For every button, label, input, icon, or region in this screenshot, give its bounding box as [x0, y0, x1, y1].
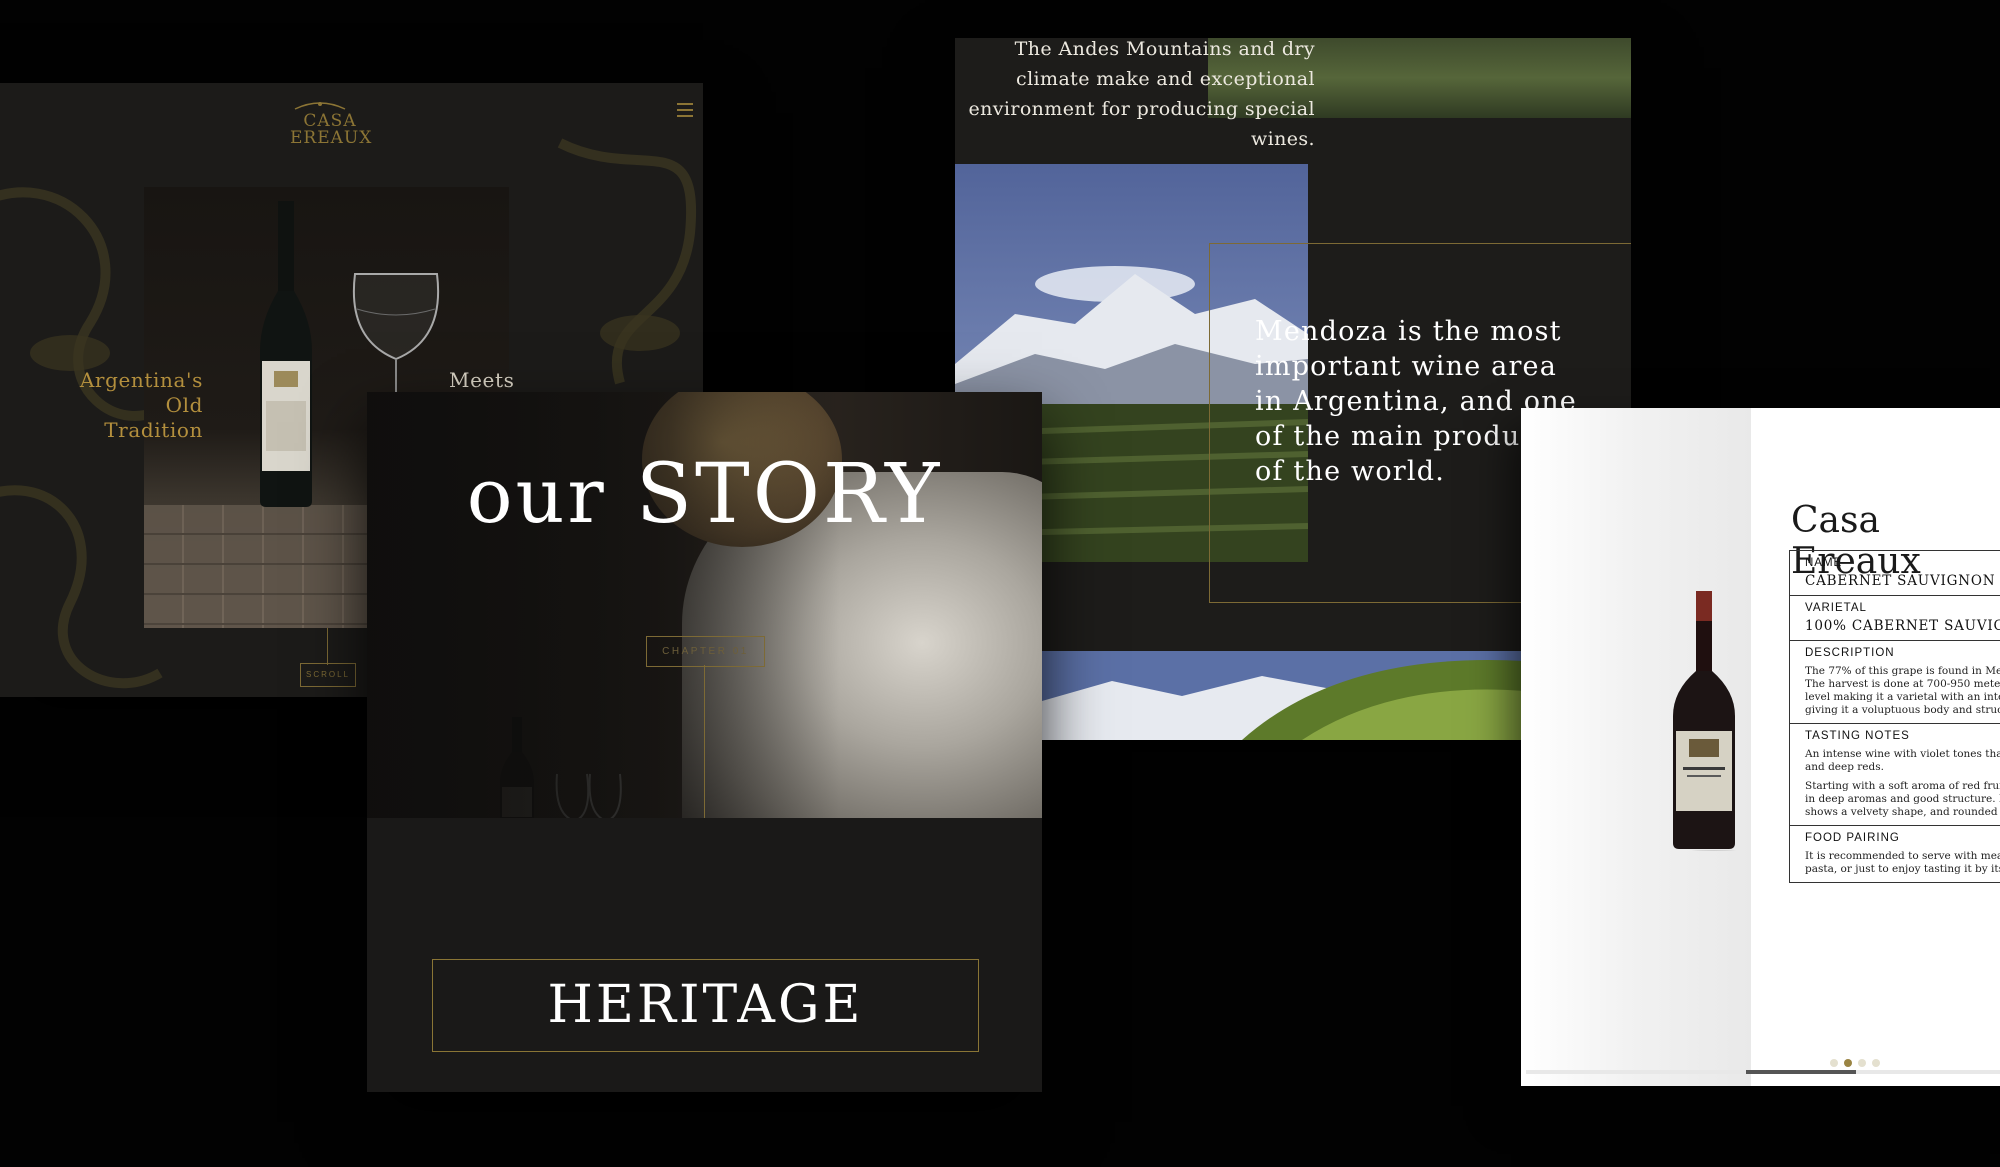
story-title-big: STORY	[635, 447, 943, 542]
spec-row-tasting: TASTING NOTES An intense wine with viole…	[1790, 724, 2000, 826]
tagline-left: Argentina's Old Tradition	[79, 368, 203, 442]
wine-bottle-image	[260, 201, 312, 507]
spec-label: NAME	[1805, 557, 1843, 569]
spec-value: CABERNET SAUVIGNON SEL	[1805, 573, 2000, 589]
scrollbar-thumb[interactable]	[1746, 1070, 1856, 1074]
spec-row-name: NAME CABERNET SAUVIGNON SEL	[1790, 551, 2000, 596]
logo-line-2: EREAUX	[290, 128, 373, 148]
wine-glass-image	[352, 273, 440, 409]
heritage-button[interactable]: HERITAGE	[432, 959, 979, 1052]
story-title: our STORY	[367, 447, 1042, 542]
vineyard-panorama-image	[1042, 651, 1524, 740]
carousel-dot[interactable]	[1858, 1059, 1866, 1067]
spec-label: DESCRIPTION	[1805, 647, 1895, 659]
brand-logo[interactable]: CASA EREAUX	[290, 99, 373, 148]
spec-label: FOOD PAIRING	[1805, 832, 1900, 844]
spec-text: An intense wine with violet tones that t…	[1805, 748, 2000, 773]
product-bottle-image	[1673, 591, 1737, 851]
carousel-dot[interactable]	[1844, 1059, 1852, 1067]
spec-text: The 77% of this grape is found in Mendo …	[1805, 665, 2000, 716]
our-story-screen: our STORY CHAPTER 01 HERITAGE	[367, 392, 1042, 1092]
scroll-divider	[327, 628, 328, 665]
hamburger-icon[interactable]	[677, 103, 693, 121]
spec-row-description: DESCRIPTION The 77% of this grape is fou…	[1790, 641, 2000, 724]
spec-text: Starting with a soft aroma of red fruits…	[1805, 780, 2000, 818]
story-title-small: our	[466, 451, 607, 540]
andes-intro-text: The Andes Mountains and dry climate make…	[968, 38, 1315, 150]
product-screen: Casa Ereaux NAME CABERNET SAUVIGNON SEL …	[1521, 408, 2000, 1086]
tagline-right: Meets	[449, 368, 515, 392]
product-spec-table: NAME CABERNET SAUVIGNON SEL VARIETAL 100…	[1789, 550, 2000, 883]
chapter-divider	[704, 665, 705, 818]
spec-label: VARIETAL	[1805, 602, 1867, 614]
carousel-dot[interactable]	[1830, 1059, 1838, 1067]
spec-row-varietal: VARIETAL 100% CABERNET SAUVIGNON	[1790, 596, 2000, 641]
carousel-dot[interactable]	[1872, 1059, 1880, 1067]
scroll-button[interactable]: SCROLL	[300, 663, 356, 687]
chapter-button[interactable]: CHAPTER 01	[646, 636, 765, 667]
spec-text: It is recommended to serve with meats pa…	[1805, 850, 2000, 875]
spec-row-food: FOOD PAIRING It is recommended to serve …	[1790, 826, 2000, 882]
spec-label: TASTING NOTES	[1805, 730, 1910, 742]
spec-value: 100% CABERNET SAUVIGNON	[1805, 618, 2000, 634]
